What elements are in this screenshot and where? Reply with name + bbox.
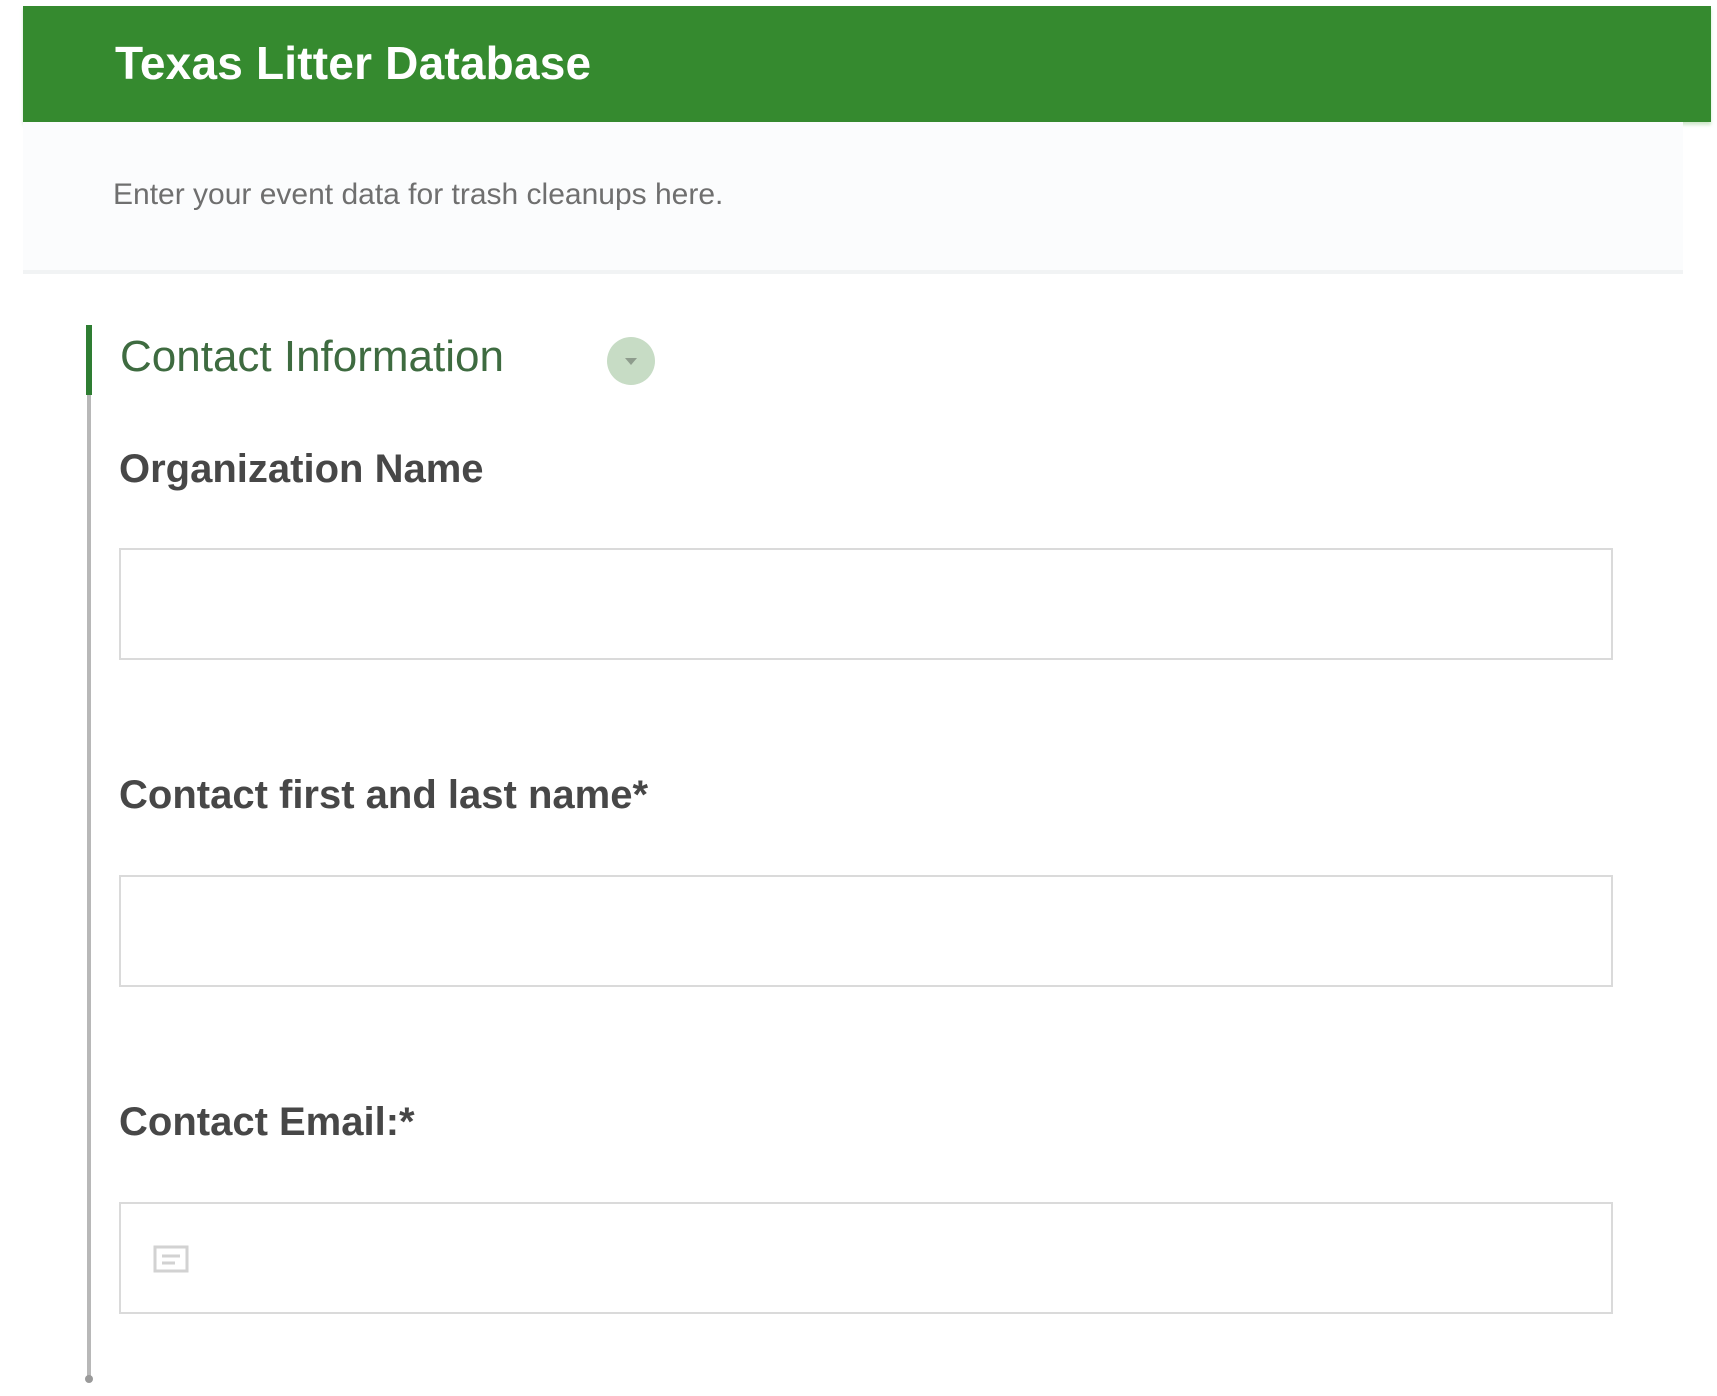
app-header: Texas Litter Database bbox=[23, 6, 1711, 122]
section-accent-bar bbox=[86, 325, 92, 395]
contact-email-label: Contact Email:* bbox=[119, 1100, 415, 1144]
section-end-marker bbox=[85, 1375, 93, 1383]
contact-email-input[interactable] bbox=[119, 1202, 1613, 1314]
contact-name-input[interactable] bbox=[119, 875, 1613, 987]
form-description-panel: Enter your event data for trash cleanups… bbox=[23, 122, 1683, 274]
email-icon bbox=[153, 1245, 189, 1273]
section-title: Contact Information bbox=[120, 332, 504, 381]
organization-name-label: Organization Name bbox=[119, 447, 484, 491]
app-title: Texas Litter Database bbox=[115, 37, 592, 89]
section-collapse-button[interactable] bbox=[607, 337, 655, 385]
form-description: Enter your event data for trash cleanups… bbox=[113, 178, 724, 211]
organization-name-input[interactable] bbox=[119, 548, 1613, 660]
chevron-down-icon bbox=[625, 358, 637, 365]
contact-name-label: Contact first and last name* bbox=[119, 773, 649, 817]
section-timeline-line bbox=[87, 325, 91, 1381]
